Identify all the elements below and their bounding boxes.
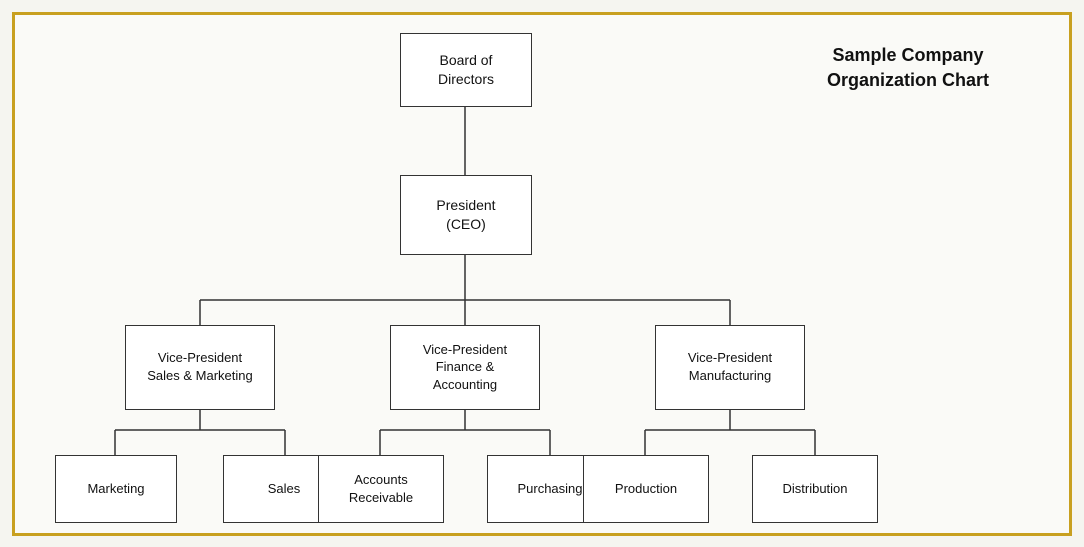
production-node: Production: [583, 455, 709, 523]
marketing-node: Marketing: [55, 455, 177, 523]
vp-sales-node: Vice-President Sales & Marketing: [125, 325, 275, 410]
president-node: President (CEO): [400, 175, 532, 255]
vp-finance-node: Vice-President Finance & Accounting: [390, 325, 540, 410]
distribution-node: Distribution: [752, 455, 878, 523]
chart-title: Sample Company Organization Chart: [827, 43, 989, 93]
board-node: Board of Directors: [400, 33, 532, 107]
org-chart-container: Sample Company Organization Chart: [12, 12, 1072, 536]
accounts-receivable-node: Accounts Receivable: [318, 455, 444, 523]
vp-manufacturing-node: Vice-President Manufacturing: [655, 325, 805, 410]
